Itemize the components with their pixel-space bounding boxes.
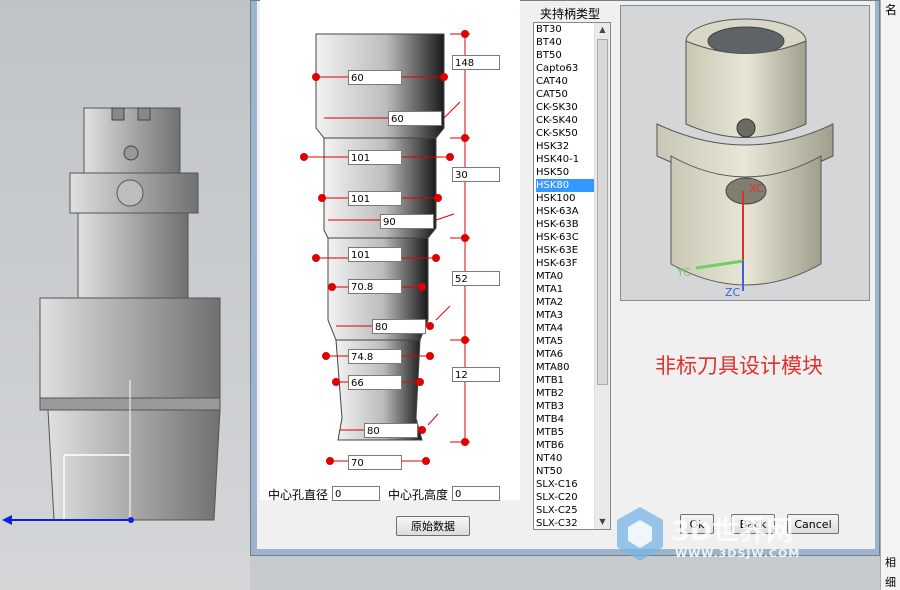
holder-type-item[interactable]: MTA3 <box>536 309 596 322</box>
holder-type-item[interactable]: SLX-C20 <box>536 491 596 504</box>
holder-type-item[interactable]: BT30 <box>536 23 596 36</box>
holder-type-item[interactable]: SLX-C16 <box>536 478 596 491</box>
dim-input-4[interactable]: 101 <box>348 191 402 206</box>
tool-holder-3d-model <box>2 107 221 525</box>
panel-item-1[interactable]: 相 <box>885 554 896 570</box>
cancel-button[interactable]: Cancel <box>787 514 839 534</box>
holder-type-item[interactable]: MTB4 <box>536 413 596 426</box>
site-watermark: 3D世界网 WWW.3DSJW.COM <box>615 505 799 568</box>
preview-axis-z-label: ZC <box>725 286 741 299</box>
part-navigator-panel: 名 相 细 <box>880 0 900 590</box>
dim-input-7[interactable]: 70.8 <box>348 279 402 294</box>
holder-preview-render <box>656 18 834 291</box>
holder-type-item[interactable]: CK-SK50 <box>536 127 596 140</box>
holder-list-scrollbar[interactable]: ▲ ▼ <box>594 23 610 529</box>
dim-input-3[interactable]: 101 <box>348 150 402 165</box>
holder-type-item[interactable]: MTA2 <box>536 296 596 309</box>
holder-type-item[interactable]: MTA6 <box>536 348 596 361</box>
holder-type-item[interactable]: MTA5 <box>536 335 596 348</box>
holder-type-item[interactable]: BT50 <box>536 49 596 62</box>
holder-type-item[interactable]: MTB6 <box>536 439 596 452</box>
holder-type-item[interactable]: MTB2 <box>536 387 596 400</box>
preview-axis-x-label: XC <box>749 182 764 195</box>
holder-type-item[interactable]: MTB3 <box>536 400 596 413</box>
dim-input-1[interactable]: 60 <box>348 70 402 85</box>
holder-list-title: 夹持柄类型 <box>540 7 601 21</box>
holder-type-item[interactable]: BT40 <box>536 36 596 49</box>
length-input-1[interactable]: 148 <box>452 55 500 70</box>
dim-input-2[interactable]: 60 <box>388 111 442 126</box>
dim-input-12[interactable]: 70 <box>348 455 402 470</box>
holder-type-item[interactable]: HSK-63F <box>536 257 596 270</box>
center-hole-diameter-input[interactable]: 0 <box>332 486 380 501</box>
cube-logo-icon <box>617 507 663 561</box>
holder-type-item[interactable]: CAT50 <box>536 88 596 101</box>
holder-type-item[interactable]: MTA4 <box>536 322 596 335</box>
holder-type-item[interactable]: MTA80 <box>536 361 596 374</box>
watermark-url: WWW.3DSJW.COM <box>675 547 801 560</box>
holder-type-item[interactable]: MTA0 <box>536 270 596 283</box>
holder-type-item[interactable]: Capto63 <box>536 62 596 75</box>
watermark-text: 3D世界网 <box>671 516 794 547</box>
center-hole-diameter-label: 中心孔直径 <box>268 488 329 502</box>
holder-type-item[interactable]: MTA1 <box>536 283 596 296</box>
holder-type-items: BT30 BT40 BT50 Capto63 CAT40 CAT50 CK-SK30 CK-S… <box>534 23 596 529</box>
holder-type-item[interactable]: MTB5 <box>536 426 596 439</box>
scroll-up-icon[interactable]: ▲ <box>595 23 610 37</box>
holder-type-item[interactable]: NT40 <box>536 452 596 465</box>
dim-input-6[interactable]: 101 <box>348 247 402 262</box>
dim-input-5[interactable]: 90 <box>380 214 434 229</box>
holder-type-item[interactable]: HSK-63B <box>536 218 596 231</box>
length-input-4[interactable]: 12 <box>452 367 500 382</box>
holder-type-item[interactable]: HSK-63A <box>536 205 596 218</box>
scroll-down-icon[interactable]: ▼ <box>595 515 610 529</box>
holder-type-item[interactable]: HSK100 <box>536 192 596 205</box>
holder-type-item[interactable]: HSK40-1 <box>536 153 596 166</box>
dim-input-11[interactable]: 80 <box>364 423 418 438</box>
holder-type-item[interactable]: SLX-C32 <box>536 517 596 529</box>
holder-type-list[interactable]: BT30 BT40 BT50 Capto63 CAT40 CAT50 CK-SK30 CK-S… <box>533 22 611 530</box>
center-hole-height-input[interactable]: 0 <box>452 486 500 501</box>
holder-type-item[interactable]: CK-SK40 <box>536 114 596 127</box>
center-hole-height-label: 中心孔高度 <box>388 488 449 502</box>
holder-type-item[interactable]: CAT40 <box>536 75 596 88</box>
cad-viewport[interactable] <box>0 0 250 590</box>
panel-header: 名 <box>885 3 898 17</box>
dim-input-8[interactable]: 80 <box>372 319 426 334</box>
holder-preview: XC YC ZC <box>620 5 870 301</box>
holder-type-item[interactable]: HSK32 <box>536 140 596 153</box>
length-input-3[interactable]: 52 <box>452 271 500 286</box>
holder-type-item[interactable]: HSK-63C <box>536 231 596 244</box>
holder-type-item[interactable]: SLX-C25 <box>536 504 596 517</box>
original-data-button[interactable]: 原始数据 <box>396 516 470 536</box>
length-input-2[interactable]: 30 <box>452 167 500 182</box>
holder-type-item[interactable]: HSK50 <box>536 166 596 179</box>
holder-type-item[interactable]: NT50 <box>536 465 596 478</box>
holder-type-item[interactable]: MTB1 <box>536 374 596 387</box>
panel-item-2[interactable]: 细 <box>885 574 896 590</box>
dim-input-9[interactable]: 74.8 <box>348 349 402 364</box>
dim-input-10[interactable]: 66 <box>348 375 402 390</box>
holder-type-item[interactable]: HSK80 <box>536 179 596 192</box>
parameter-drawing: 60 60 101 101 90 101 70.8 80 74.8 66 80 … <box>260 0 520 500</box>
scroll-thumb[interactable] <box>597 39 608 385</box>
holder-type-item[interactable]: HSK-63E <box>536 244 596 257</box>
preview-axis-y-label: YC <box>677 266 691 279</box>
holder-type-item[interactable]: CK-SK30 <box>536 101 596 114</box>
module-title: 非标刀具设计模块 <box>655 354 823 378</box>
